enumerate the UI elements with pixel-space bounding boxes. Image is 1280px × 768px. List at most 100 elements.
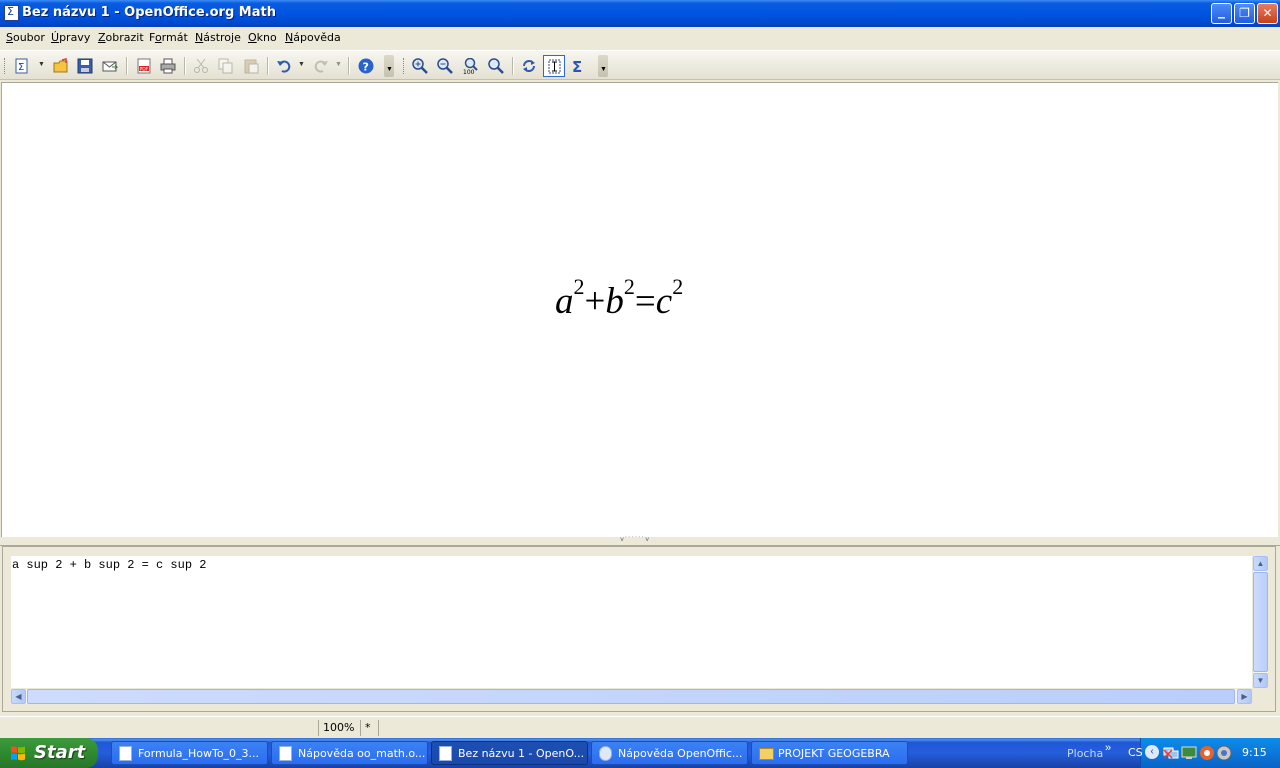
vertical-scrollbar[interactable]: ▲ ▼ bbox=[1253, 556, 1268, 688]
toolbar-expand-chevron-icon[interactable]: » bbox=[1105, 742, 1111, 754]
zoom-level[interactable]: 100% bbox=[318, 720, 360, 736]
zoom-out-button[interactable] bbox=[434, 55, 456, 77]
redo-button[interactable] bbox=[310, 55, 332, 77]
language-indicator[interactable]: CS bbox=[1128, 746, 1143, 759]
scroll-right-arrow-icon[interactable]: ▶ bbox=[1237, 689, 1252, 704]
formula-var-a: a bbox=[555, 281, 574, 322]
toolbar-separator bbox=[184, 57, 186, 75]
toolbar-separator bbox=[267, 57, 269, 75]
toolbar-grip[interactable] bbox=[403, 58, 407, 74]
svg-text:PDF: PDF bbox=[140, 67, 149, 73]
minimize-icon: _ bbox=[1218, 3, 1225, 19]
clock[interactable]: 9:15 bbox=[1242, 746, 1267, 759]
formula-exp: 2 bbox=[672, 274, 684, 299]
formula-exp: 2 bbox=[573, 274, 585, 299]
copy-button[interactable] bbox=[215, 55, 237, 77]
menu-napoveda[interactable]: Nápověda bbox=[285, 31, 341, 44]
windows-flag-icon bbox=[11, 746, 25, 761]
taskbar-button-bez-nazvu[interactable]: Bez názvu 1 - OpenO... bbox=[431, 741, 588, 765]
undo-dropdown-arrow[interactable]: ▼ bbox=[298, 61, 305, 68]
document-icon bbox=[279, 746, 292, 761]
document-icon bbox=[119, 746, 132, 761]
cut-button[interactable] bbox=[190, 55, 212, 77]
horizontal-scroll-thumb[interactable] bbox=[27, 689, 1235, 704]
formula-equals: = bbox=[634, 281, 656, 322]
new-document-button[interactable]: Σ bbox=[11, 55, 33, 77]
print-button[interactable] bbox=[157, 55, 179, 77]
zoom-icon bbox=[488, 58, 504, 74]
folder-icon bbox=[759, 748, 774, 760]
scroll-down-arrow-icon[interactable]: ▼ bbox=[1253, 673, 1268, 688]
menu-okno[interactable]: Okno bbox=[248, 31, 277, 44]
symbols-button[interactable]: Σ bbox=[568, 55, 590, 77]
command-input[interactable]: a sup 2 + b sup 2 = c sup 2 bbox=[11, 556, 1252, 688]
zoom-in-button[interactable] bbox=[409, 55, 431, 77]
pane-splitter[interactable]: ˅˙˙˙˙˙˙˅ bbox=[0, 537, 1280, 546]
scroll-left-arrow-icon[interactable]: ◀ bbox=[11, 689, 26, 704]
monitor-icon[interactable] bbox=[1181, 745, 1197, 761]
system-tray: CS ‹ 9:15 bbox=[1128, 738, 1280, 768]
toolbar-overflow-button[interactable]: ▼ bbox=[598, 55, 608, 77]
splitter-grip-icon: ˅˙˙˙˙˙˙˅ bbox=[620, 537, 651, 544]
menu-format[interactable]: Formát bbox=[149, 31, 188, 44]
status-bar: 100% * bbox=[0, 716, 1280, 739]
minimize-button[interactable]: _ bbox=[1211, 3, 1232, 24]
new-dropdown-arrow[interactable]: ▼ bbox=[38, 61, 45, 68]
copy-icon bbox=[218, 58, 233, 74]
help-app-icon bbox=[599, 746, 612, 761]
taskbar-button-napoveda-math[interactable]: Nápověda oo_math.o... bbox=[271, 741, 428, 765]
menu-nastroje[interactable]: Nástroje bbox=[195, 31, 241, 44]
toolbar-separator bbox=[512, 57, 514, 75]
menu-zobrazit[interactable]: Zobrazit bbox=[98, 31, 144, 44]
vertical-scroll-thumb[interactable] bbox=[1253, 572, 1268, 672]
menu-upravy[interactable]: Úpravy bbox=[51, 31, 90, 44]
sigma-icon: Σ bbox=[572, 58, 582, 74]
email-button[interactable] bbox=[99, 55, 121, 77]
menu-soubor[interactable]: Soubor bbox=[6, 31, 45, 44]
close-button[interactable]: ✕ bbox=[1257, 3, 1278, 24]
zoom-100-button[interactable]: 100 bbox=[460, 55, 482, 77]
desktop-toolbar-label[interactable]: Plocha bbox=[1067, 747, 1103, 760]
restore-button[interactable]: ❐ bbox=[1234, 3, 1255, 24]
zoom-100-icon: 100 bbox=[463, 58, 478, 74]
start-button[interactable]: Start bbox=[0, 738, 98, 768]
save-disk-icon bbox=[77, 58, 93, 74]
toolbar-separator bbox=[348, 57, 350, 75]
undo-button[interactable] bbox=[273, 55, 295, 77]
open-button[interactable] bbox=[50, 55, 72, 77]
paste-button[interactable] bbox=[240, 55, 262, 77]
new-document-icon: Σ bbox=[15, 58, 28, 74]
network-disconnected-icon[interactable] bbox=[1163, 745, 1179, 761]
toolbar-overflow-button[interactable]: ▼ bbox=[384, 55, 394, 77]
formula-plus: + bbox=[584, 281, 606, 322]
svg-text:?: ? bbox=[363, 61, 369, 74]
math-document-icon bbox=[439, 746, 452, 761]
svg-text:100: 100 bbox=[463, 69, 475, 74]
formula-cursor-button[interactable] bbox=[543, 55, 565, 77]
redo-dropdown-arrow[interactable]: ▼ bbox=[335, 61, 342, 68]
security-shield-icon[interactable] bbox=[1199, 745, 1215, 761]
export-pdf-button[interactable]: PDF bbox=[133, 55, 155, 77]
toolbar-grip[interactable] bbox=[4, 58, 8, 74]
pdf-icon: PDF bbox=[137, 58, 151, 74]
math-app-icon[interactable] bbox=[4, 5, 19, 21]
restore-icon: ❐ bbox=[1239, 6, 1250, 20]
update-button[interactable] bbox=[518, 55, 540, 77]
save-button[interactable] bbox=[74, 55, 96, 77]
show-all-button[interactable] bbox=[485, 55, 507, 77]
overflow-arrow-icon: ▼ bbox=[386, 66, 393, 73]
rendered-formula[interactable]: a2+b2=c2 bbox=[555, 274, 683, 323]
title-bar[interactable]: Bez názvu 1 - OpenOffice.org Math _ ❐ ✕ bbox=[0, 0, 1280, 27]
refresh-icon bbox=[523, 60, 535, 72]
help-button[interactable]: ? bbox=[355, 55, 377, 77]
svg-text:Σ: Σ bbox=[572, 58, 582, 74]
horizontal-scrollbar[interactable]: ◀ ▶ bbox=[11, 689, 1252, 704]
printer-icon bbox=[160, 58, 176, 74]
show-hidden-icons-chevron-icon[interactable]: ‹ bbox=[1145, 745, 1159, 759]
taskbar-button-projekt-geogebra[interactable]: PROJEKT GEOGEBRA bbox=[751, 741, 908, 765]
scroll-up-arrow-icon[interactable]: ▲ bbox=[1253, 556, 1268, 571]
taskbar-button-napoveda-openoffice[interactable]: Nápověda OpenOffic... bbox=[591, 741, 748, 765]
taskbar-button-formula-howto[interactable]: Formula_HowTo_0_3... bbox=[111, 741, 268, 765]
zoom-out-icon bbox=[437, 58, 453, 74]
audio-icon[interactable] bbox=[1216, 745, 1232, 761]
